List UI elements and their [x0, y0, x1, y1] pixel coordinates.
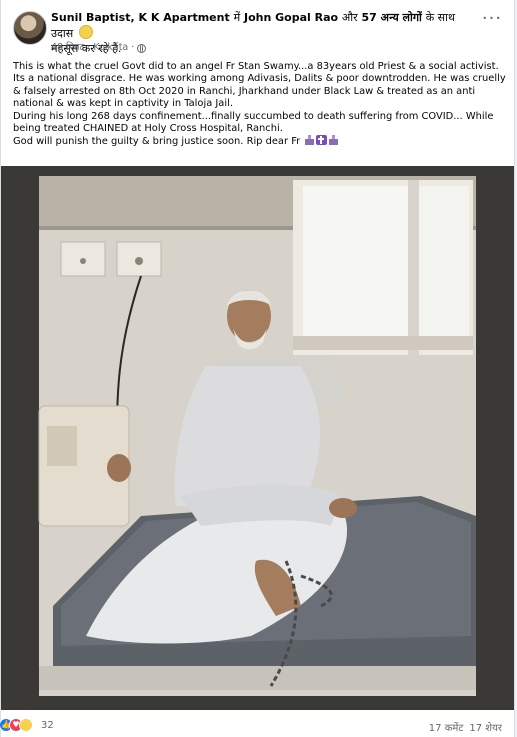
- post-body: This is what the cruel Govt did to an an…: [13, 61, 508, 149]
- sad-face-icon: [79, 25, 93, 39]
- reaction-count: 32: [41, 719, 54, 731]
- separator-text: ,: [130, 11, 135, 24]
- meta-dot-2: ·: [131, 42, 135, 53]
- shares-count-link[interactable]: 17 शेयर: [469, 720, 502, 734]
- meta-dot: ·: [87, 42, 91, 53]
- others-link[interactable]: 57 अन्य लोगों: [362, 11, 422, 24]
- post-place: Kolkata: [93, 42, 129, 53]
- more-options-button[interactable]: ···: [479, 10, 505, 32]
- location-link[interactable]: K K Apartment: [139, 11, 230, 24]
- author-avatar[interactable]: [13, 11, 47, 45]
- post-paragraph-3: God will punish the guilty & bring justi…: [13, 135, 508, 148]
- connector-text: में: [233, 11, 241, 24]
- sad-icon: [19, 718, 33, 732]
- church-icon: [304, 135, 316, 146]
- post-card: Sunil Baptist, K K Apartment में John Go…: [0, 0, 515, 737]
- tagged-person-link[interactable]: John Gopal Rao: [244, 11, 338, 24]
- post-paragraph-1: This is what the cruel Govt did to an an…: [13, 61, 506, 110]
- post-timestamp[interactable]: 48 मिनट: [51, 42, 84, 54]
- reactions-summary[interactable]: 👍 ♥ 32: [0, 718, 54, 732]
- globe-icon[interactable]: [137, 43, 147, 53]
- author-name-link[interactable]: Sunil Baptist: [51, 11, 130, 24]
- connector-text-2: और: [341, 11, 358, 24]
- post-paragraph-2: During his long 268 days confinement...f…: [13, 110, 494, 135]
- post-meta: 48 मिनट · Kolkata ·: [51, 42, 147, 54]
- post-photo[interactable]: [1, 166, 514, 710]
- comments-count-link[interactable]: 17 कमेंट: [429, 720, 464, 734]
- cross-icon: [316, 135, 328, 146]
- hospital-photo-image: [1, 166, 514, 710]
- engagement-counts: 17 कमेंट 17 शेयर: [429, 720, 502, 734]
- post-paragraph-3-text: God will punish the guilty & bring justi…: [13, 136, 301, 148]
- church-icon-2: [328, 135, 340, 146]
- post-footer: 👍 ♥ 32 17 कमेंट 17 शेयर: [0, 712, 514, 737]
